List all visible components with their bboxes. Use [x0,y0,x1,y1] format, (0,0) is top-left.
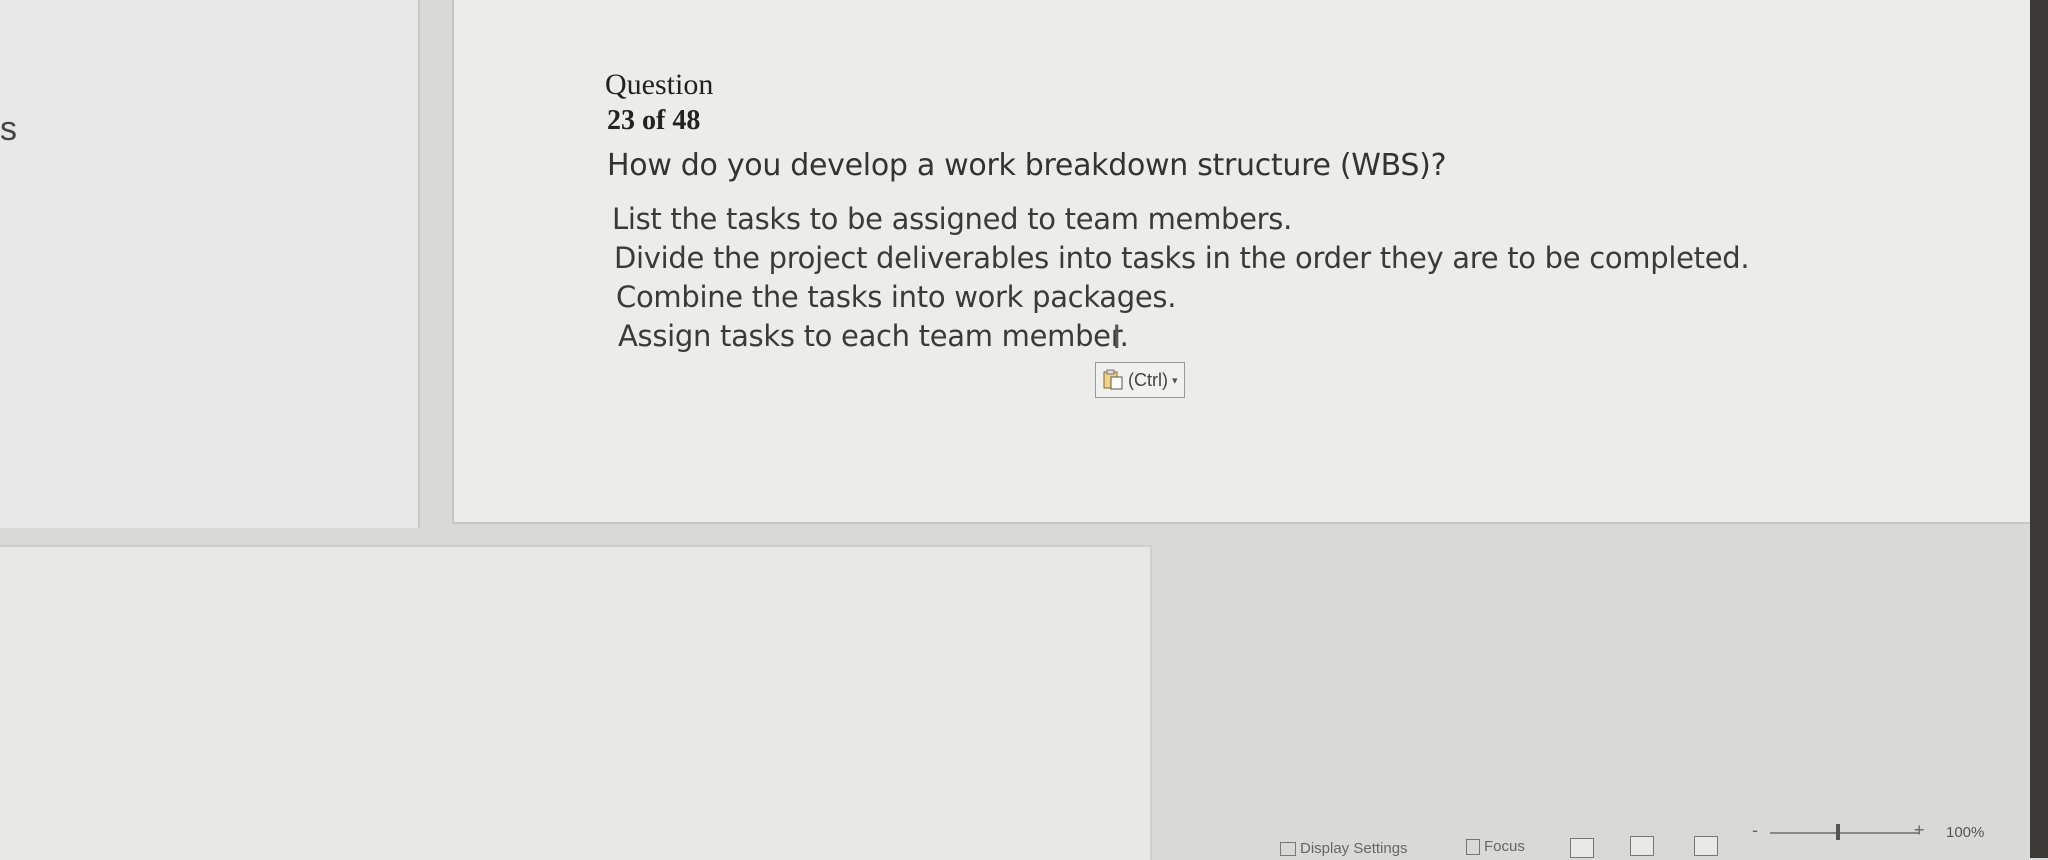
web-layout-icon[interactable] [1694,836,1718,856]
question-number: 23 of 48 [607,105,701,136]
answer-list: List the tasks to be assigned to team me… [612,200,1750,356]
zoom-slider-thumb[interactable] [1836,824,1840,840]
paste-options-label: (Ctrl) [1128,369,1168,390]
question-text: How do you develop a work breakdown stru… [607,148,1447,183]
paste-options-button[interactable]: (Ctrl) ▾ [1095,362,1185,398]
answer-option-4[interactable]: Assign tasks to each team member. [618,317,1749,356]
answer-option-3[interactable]: Combine the tasks into work packages. [616,278,1749,317]
display-settings-button[interactable]: Display Settings [1280,840,1408,857]
answer-option-1[interactable]: List the tasks to be assigned to team me… [612,200,1749,239]
text-cursor-icon: I [1112,318,1122,356]
focus-label: Focus [1484,838,1525,855]
focus-button[interactable]: Focus [1466,838,1525,855]
lower-document-page[interactable] [0,545,1152,860]
focus-icon [1466,838,1480,855]
zoom-in-button[interactable]: + [1914,820,1925,841]
screen-bezel [2030,0,2048,858]
left-panel: s [0,0,420,528]
question-label: Question [605,68,714,101]
clipboard-icon [1102,369,1124,391]
display-settings-icon [1280,841,1296,856]
chevron-down-icon: ▾ [1171,374,1178,387]
zoom-slider[interactable] [1770,832,1920,834]
answer-option-2[interactable]: Divide the project deliverables into tas… [614,239,1750,278]
zoom-level[interactable]: 100% [1946,824,1984,841]
left-panel-partial-text: s [0,110,17,148]
display-settings-label: Display Settings [1300,840,1408,857]
zoom-out-button[interactable]: - [1752,820,1758,841]
print-layout-icon[interactable] [1630,836,1654,856]
read-mode-icon[interactable] [1570,838,1594,858]
